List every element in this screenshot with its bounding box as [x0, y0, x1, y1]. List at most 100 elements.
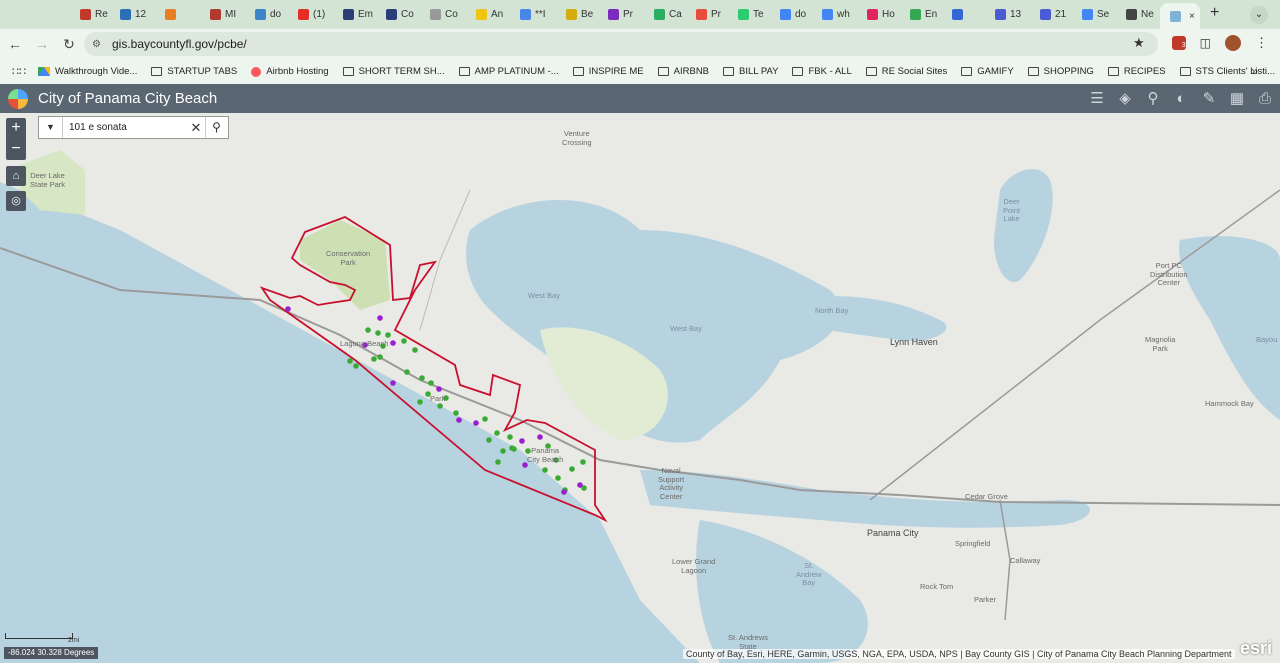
- green-point-feature[interactable]: [542, 467, 548, 473]
- browser-tab[interactable]: [155, 4, 196, 26]
- bookmark-item[interactable]: STS Clients' Listi...: [1179, 66, 1275, 77]
- green-point-feature[interactable]: [569, 466, 575, 472]
- browser-tab[interactable]: Em: [333, 4, 374, 26]
- zoom-in-button[interactable]: +: [6, 118, 26, 139]
- tab-search-button[interactable]: ⌄: [1250, 6, 1268, 24]
- browser-tab[interactable]: Ne: [1116, 4, 1157, 26]
- green-point-feature[interactable]: [375, 330, 381, 336]
- address-bar[interactable]: ⚙ gis.baycountyfl.gov/pcbe/: [84, 32, 1158, 56]
- purple-point-feature[interactable]: [390, 380, 396, 386]
- locate-button[interactable]: ◎: [6, 191, 26, 211]
- green-point-feature[interactable]: [412, 347, 418, 353]
- layers-icon[interactable]: ◈: [1114, 87, 1136, 109]
- clear-search-icon[interactable]: ✕: [187, 120, 205, 136]
- browser-tab[interactable]: 13: [985, 4, 1026, 26]
- green-point-feature[interactable]: [437, 403, 443, 409]
- purple-point-feature[interactable]: [436, 386, 442, 392]
- bookmark-item[interactable]: RECIPES: [1107, 66, 1166, 77]
- extensions-puzzle-icon[interactable]: ◫: [1200, 36, 1211, 50]
- green-point-feature[interactable]: [371, 356, 377, 362]
- browser-tab[interactable]: Pr: [686, 4, 727, 26]
- bookmark-item[interactable]: INSPIRE ME: [572, 66, 644, 77]
- legend-list-icon[interactable]: ☰: [1086, 87, 1108, 109]
- browser-tab[interactable]: Co: [420, 4, 461, 26]
- purple-point-feature[interactable]: [537, 434, 543, 440]
- green-point-feature[interactable]: [486, 437, 492, 443]
- green-point-feature[interactable]: [377, 354, 383, 360]
- bookmark-item[interactable]: Airbnb Hosting: [251, 66, 329, 77]
- browser-tab[interactable]: An: [466, 4, 507, 26]
- reload-icon[interactable]: ↻: [57, 36, 81, 53]
- bookmark-item[interactable]: AMP PLATINUM -...: [458, 66, 559, 77]
- bookmark-item[interactable]: BILL PAY: [723, 66, 778, 77]
- green-point-feature[interactable]: [353, 363, 359, 369]
- browser-tab[interactable]: Ca: [644, 4, 685, 26]
- browser-tab[interactable]: Co: [376, 4, 417, 26]
- bookmark-item[interactable]: AIRBNB: [657, 66, 709, 77]
- green-point-feature[interactable]: [482, 416, 488, 422]
- purple-point-feature[interactable]: [390, 340, 396, 346]
- green-point-feature[interactable]: [511, 446, 517, 452]
- site-info-icon[interactable]: ⚙: [92, 39, 104, 50]
- green-point-feature[interactable]: [555, 475, 561, 481]
- browser-tab[interactable]: Se: [1072, 4, 1113, 26]
- bookmark-star-icon[interactable]: ★: [1133, 35, 1145, 51]
- bookmark-item[interactable]: SHOPPING: [1027, 66, 1094, 77]
- basemap-pin-icon[interactable]: ⚲: [1142, 87, 1164, 109]
- green-point-feature[interactable]: [428, 380, 434, 386]
- green-point-feature[interactable]: [507, 434, 513, 440]
- profile-avatar[interactable]: [1225, 35, 1241, 51]
- map-view[interactable]: Venture Crossing Deer Lake State Park Cons…: [0, 113, 1280, 663]
- draw-pencil-icon[interactable]: ✎: [1198, 87, 1220, 109]
- menu-icon[interactable]: ⋮: [1255, 35, 1268, 51]
- browser-tab[interactable]: [942, 4, 983, 26]
- bookmark-item[interactable]: RE Social Sites: [865, 66, 947, 77]
- browser-tab[interactable]: do: [770, 4, 811, 26]
- new-tab-button[interactable]: +: [1210, 4, 1219, 22]
- purple-point-feature[interactable]: [519, 438, 525, 444]
- green-point-feature[interactable]: [419, 375, 425, 381]
- browser-tab[interactable]: En: [900, 4, 941, 26]
- zoom-out-button[interactable]: −: [6, 139, 26, 160]
- tab-close-icon[interactable]: ×: [1189, 11, 1195, 22]
- bookmarks-overflow-icon[interactable]: »: [1251, 64, 1258, 78]
- green-point-feature[interactable]: [494, 430, 500, 436]
- browser-tab[interactable]: wh: [812, 4, 853, 26]
- palette-icon[interactable]: ◐: [1170, 87, 1192, 109]
- green-point-feature[interactable]: [385, 332, 391, 338]
- browser-tab[interactable]: 12: [110, 4, 151, 26]
- browser-tab[interactable]: **I: [510, 4, 551, 26]
- purple-point-feature[interactable]: [456, 417, 462, 423]
- bookmark-item[interactable]: STARTUP TABS: [151, 66, 237, 77]
- purple-point-feature[interactable]: [561, 489, 567, 495]
- green-point-feature[interactable]: [365, 327, 371, 333]
- bookmark-item[interactable]: SHORT TERM SH...: [342, 66, 445, 77]
- browser-tab[interactable]: ×: [1160, 3, 1200, 29]
- purple-point-feature[interactable]: [377, 315, 383, 321]
- green-point-feature[interactable]: [417, 399, 423, 405]
- green-point-feature[interactable]: [453, 410, 459, 416]
- extension-icon[interactable]: 3: [1171, 36, 1186, 50]
- green-point-feature[interactable]: [495, 459, 501, 465]
- home-button[interactable]: ⌂: [6, 166, 26, 186]
- purple-point-feature[interactable]: [285, 306, 291, 312]
- print-icon[interactable]: ⎙: [1254, 87, 1276, 109]
- green-point-feature[interactable]: [404, 369, 410, 375]
- browser-tab[interactable]: 21: [1030, 4, 1071, 26]
- browser-tab[interactable]: Te: [728, 4, 769, 26]
- green-point-feature[interactable]: [347, 358, 353, 364]
- browser-tab[interactable]: Re: [70, 4, 111, 26]
- search-icon[interactable]: ⚲: [205, 117, 227, 138]
- apps-grid-icon[interactable]: ∷∷: [12, 65, 26, 78]
- bookmark-item[interactable]: Walkthrough Vide...: [38, 66, 137, 77]
- forward-icon[interactable]: →: [30, 36, 54, 52]
- green-point-feature[interactable]: [401, 338, 407, 344]
- browser-tab[interactable]: Ho: [857, 4, 898, 26]
- purple-point-feature[interactable]: [473, 420, 479, 426]
- bookmark-item[interactable]: FBK - ALL: [792, 66, 852, 77]
- grid-gallery-icon[interactable]: ▦: [1226, 87, 1248, 109]
- green-point-feature[interactable]: [580, 459, 586, 465]
- search-input[interactable]: [63, 118, 183, 137]
- green-point-feature[interactable]: [500, 448, 506, 454]
- browser-tab[interactable]: Pr: [598, 4, 639, 26]
